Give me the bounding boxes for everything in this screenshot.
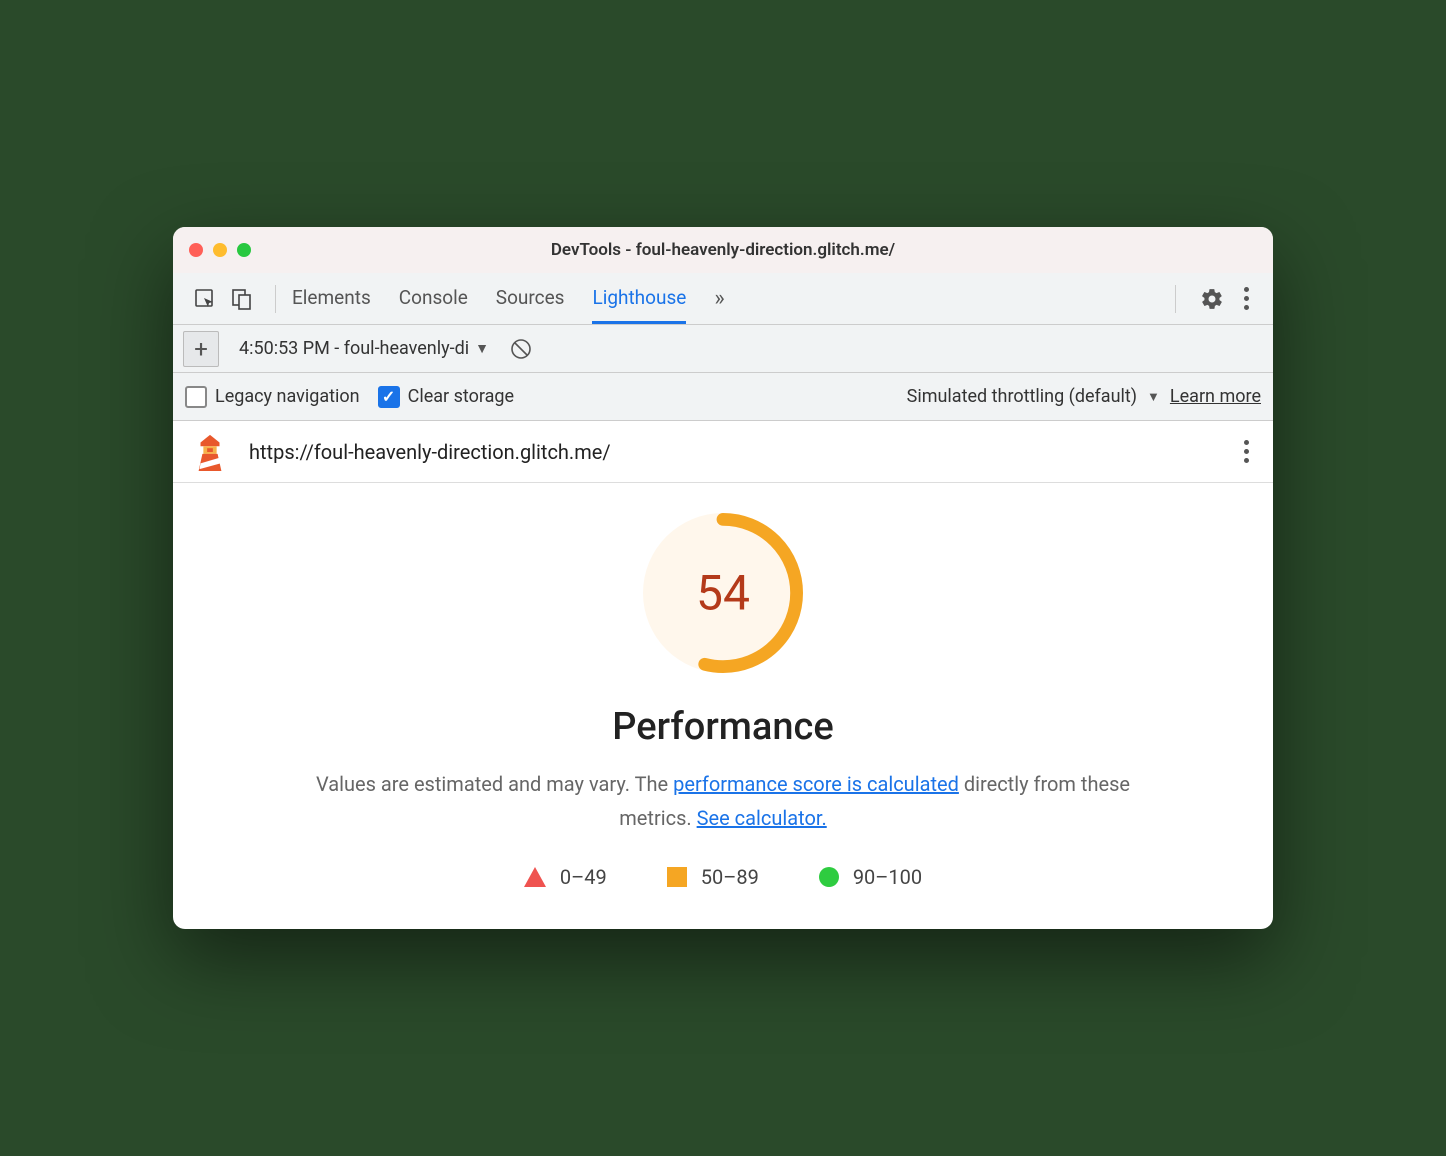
legend-range-average: 50–89 [701,865,759,889]
legend-average: 50–89 [667,865,759,889]
lighthouse-toolbar: + 4:50:53 PM - foul-heavenly-di ▼ [173,325,1273,373]
legacy-navigation-checkbox[interactable]: Legacy navigation [185,386,360,408]
legend-pass: 90–100 [819,865,922,889]
performance-title: Performance [213,705,1233,749]
report-menu-icon[interactable] [1238,434,1255,469]
close-window-button[interactable] [189,243,203,257]
desc-text: Values are estimated and may vary. The [316,772,673,796]
devtools-menu-icon[interactable] [1238,281,1255,316]
window-title: DevTools - foul-heavenly-direction.glitc… [551,240,895,260]
tab-list: Elements Console Sources Lighthouse » [286,273,1165,324]
legend-fail: 0–49 [524,865,607,889]
devtools-tab-bar: Elements Console Sources Lighthouse » [173,273,1273,325]
tab-elements[interactable]: Elements [292,273,371,324]
performance-panel: 54 Performance Values are estimated and … [173,483,1273,929]
learn-more-link[interactable]: Learn more [1170,386,1261,407]
clear-storage-checkbox[interactable]: Clear storage [378,386,514,408]
report-url: https://foul-heavenly-direction.glitch.m… [249,440,1218,464]
traffic-lights [189,243,251,257]
tab-console[interactable]: Console [399,273,468,324]
minimize-window-button[interactable] [213,243,227,257]
legend-range-pass: 90–100 [853,865,922,889]
new-report-button[interactable]: + [183,331,219,367]
performance-score-link[interactable]: performance score is calculated [673,772,959,796]
circle-icon [819,867,839,887]
checkbox-checked-icon [378,386,400,408]
devtools-window: DevTools - foul-heavenly-direction.glitc… [173,227,1273,929]
checkbox-unchecked-icon [185,386,207,408]
device-toggle-icon[interactable] [229,287,253,311]
separator [275,285,276,313]
report-url-row: https://foul-heavenly-direction.glitch.m… [173,421,1273,483]
performance-description: Values are estimated and may vary. The p… [293,767,1153,835]
see-calculator-link[interactable]: See calculator. [697,806,827,830]
report-selector-label: 4:50:53 PM - foul-heavenly-di [239,338,469,359]
titlebar: DevTools - foul-heavenly-direction.glitc… [173,227,1273,273]
performance-score: 54 [696,565,750,622]
clear-storage-label: Clear storage [408,386,514,407]
tab-sources[interactable]: Sources [496,273,565,324]
maximize-window-button[interactable] [237,243,251,257]
inspect-element-icon[interactable] [193,287,217,311]
performance-gauge: 54 [643,513,803,673]
lighthouse-options: Legacy navigation Clear storage Simulate… [173,373,1273,421]
report-selector[interactable]: 4:50:53 PM - foul-heavenly-di ▼ [231,332,497,365]
score-legend: 0–49 50–89 90–100 [213,865,1233,889]
chevron-down-icon: ▼ [475,340,489,357]
throttling-selector[interactable]: Simulated throttling (default) ▼ Learn m… [907,386,1261,407]
clear-reports-icon[interactable] [509,337,533,361]
separator [1175,285,1176,313]
throttling-label: Simulated throttling (default) [907,386,1137,407]
legend-range-fail: 0–49 [560,865,607,889]
square-icon [667,867,687,887]
tab-lighthouse[interactable]: Lighthouse [592,273,686,324]
triangle-icon [524,867,546,887]
settings-gear-icon[interactable] [1200,287,1224,311]
legacy-navigation-label: Legacy navigation [215,386,360,407]
more-tabs-icon[interactable]: » [714,286,724,311]
lighthouse-icon [191,433,229,471]
chevron-down-icon: ▼ [1147,389,1160,405]
